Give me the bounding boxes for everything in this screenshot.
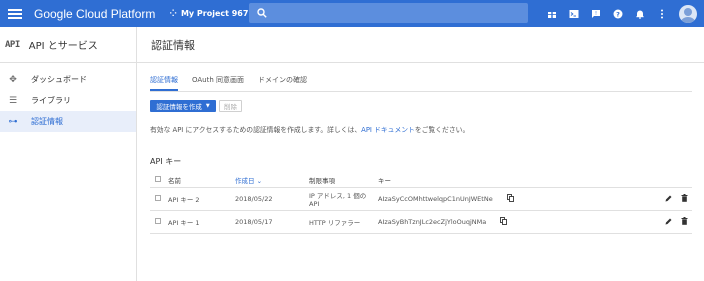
key-icon: ⊶ (8, 116, 18, 127)
key-restriction: HTTP リファラー (309, 210, 378, 234)
avatar[interactable] (679, 4, 697, 23)
select-all-checkbox[interactable] (155, 175, 161, 182)
create-credentials-label: 認証情報を作成 (156, 103, 202, 111)
column-header-created-label: 作成日 (235, 176, 255, 185)
table-row: API キー 2 2018/05/22 IP アドレス, 1 個の API AI… (150, 187, 692, 211)
chevron-down-icon: ▼ (205, 103, 210, 109)
project-name: My Project 9677 (180, 9, 255, 18)
column-header-restriction[interactable]: 制限事項 (309, 173, 378, 188)
sidebar-item-library[interactable]: ☰ ライブラリ (0, 90, 136, 111)
key-name[interactable]: API キー 1 (168, 210, 235, 234)
project-icon: ⁘ (169, 8, 177, 19)
notifications-icon[interactable] (629, 0, 651, 27)
menu-icon[interactable] (7, 6, 23, 22)
column-header-name[interactable]: 名前 (168, 173, 235, 188)
library-icon: ☰ (8, 95, 18, 106)
api-docs-link[interactable]: API ドキュメント (361, 126, 415, 134)
terminal-icon[interactable] (563, 0, 585, 27)
more-icon[interactable] (651, 0, 673, 27)
dashboard-icon: ✥ (9, 74, 17, 85)
api-logo: API (5, 39, 20, 50)
chevron-down-icon: ⌄ (256, 176, 263, 185)
tab-oauth-consent[interactable]: OAuth 同意画面 (192, 75, 244, 91)
delete-icon[interactable] (681, 216, 688, 227)
description-text: 有効な API にアクセスするための認証情報を作成します。詳しくは、API ドキ… (150, 124, 469, 134)
top-app-bar: Google Cloud Platform ⁘ My Project 9677 … (0, 0, 704, 27)
column-header-key[interactable]: キー (378, 173, 629, 188)
copy-icon[interactable] (500, 216, 508, 227)
table-row: API キー 1 2018/05/17 HTTP リファラー AIzaSyBhT… (150, 210, 692, 234)
create-credentials-button[interactable]: 認証情報を作成 ▼ (150, 100, 216, 112)
edit-icon[interactable] (665, 217, 672, 227)
chat-icon[interactable]: ! (585, 0, 607, 27)
api-keys-table: 名前 作成日 ⌄ 制限事項 キー API キー 2 2018/05/22 IP … (150, 173, 692, 234)
row-checkbox[interactable] (155, 194, 161, 201)
page-header: 認証情報 (137, 27, 704, 63)
page-title: 認証情報 (151, 38, 195, 52)
tab-domain-verification[interactable]: ドメインの確認 (258, 75, 307, 91)
brand-title[interactable]: Google Cloud Platform (34, 7, 155, 21)
delete-icon[interactable] (681, 193, 688, 204)
table-header-row: 名前 作成日 ⌄ 制限事項 キー (150, 173, 692, 188)
description-suffix: をご覧ください。 (414, 126, 470, 134)
tab-bar: 認証情報 OAuth 同意画面 ドメインの確認 (150, 75, 321, 95)
key-restriction: IP アドレス, 1 個の API (309, 187, 378, 211)
svg-text:!: ! (595, 11, 597, 17)
sidebar-header: API API とサービス (0, 27, 137, 63)
key-value: AIzaSyCcOMhttwelqpC1nUnJWEtNe (378, 194, 493, 203)
delete-button[interactable]: 削除 (219, 100, 242, 112)
api-keys-section-title: API キー (150, 157, 182, 166)
sidebar-item-label: ダッシュボード (31, 75, 87, 84)
sidebar-item-label: ライブラリ (31, 96, 71, 105)
sidebar-item-dashboard[interactable]: ✥ ダッシュボード (0, 69, 136, 90)
edit-icon[interactable] (665, 194, 672, 204)
sidebar: ✥ ダッシュボード ☰ ライブラリ ⊶ 認証情報 (0, 63, 137, 281)
column-header-created[interactable]: 作成日 ⌄ (235, 173, 309, 188)
svg-text:?: ? (616, 10, 620, 18)
key-created: 2018/05/22 (235, 187, 309, 211)
sidebar-title: API とサービス (28, 41, 98, 52)
sidebar-item-credentials[interactable]: ⊶ 認証情報 (0, 111, 136, 132)
key-value: AIzaSyBhTznJLc2ecZjYloOuqjNMa (378, 217, 487, 226)
copy-icon[interactable] (506, 193, 514, 204)
row-checkbox[interactable] (155, 217, 161, 224)
sidebar-item-label: 認証情報 (31, 117, 63, 126)
key-name[interactable]: API キー 2 (168, 187, 235, 211)
search-icon (257, 8, 267, 18)
tab-divider (150, 91, 692, 92)
search-input[interactable] (249, 3, 528, 23)
description-prefix: 有効な API にアクセスするための認証情報を作成します。詳しくは、 (150, 126, 362, 134)
gift-icon[interactable] (541, 0, 563, 27)
tab-credentials[interactable]: 認証情報 (150, 75, 178, 91)
help-icon[interactable]: ? (607, 0, 629, 27)
key-created: 2018/05/17 (235, 210, 309, 234)
